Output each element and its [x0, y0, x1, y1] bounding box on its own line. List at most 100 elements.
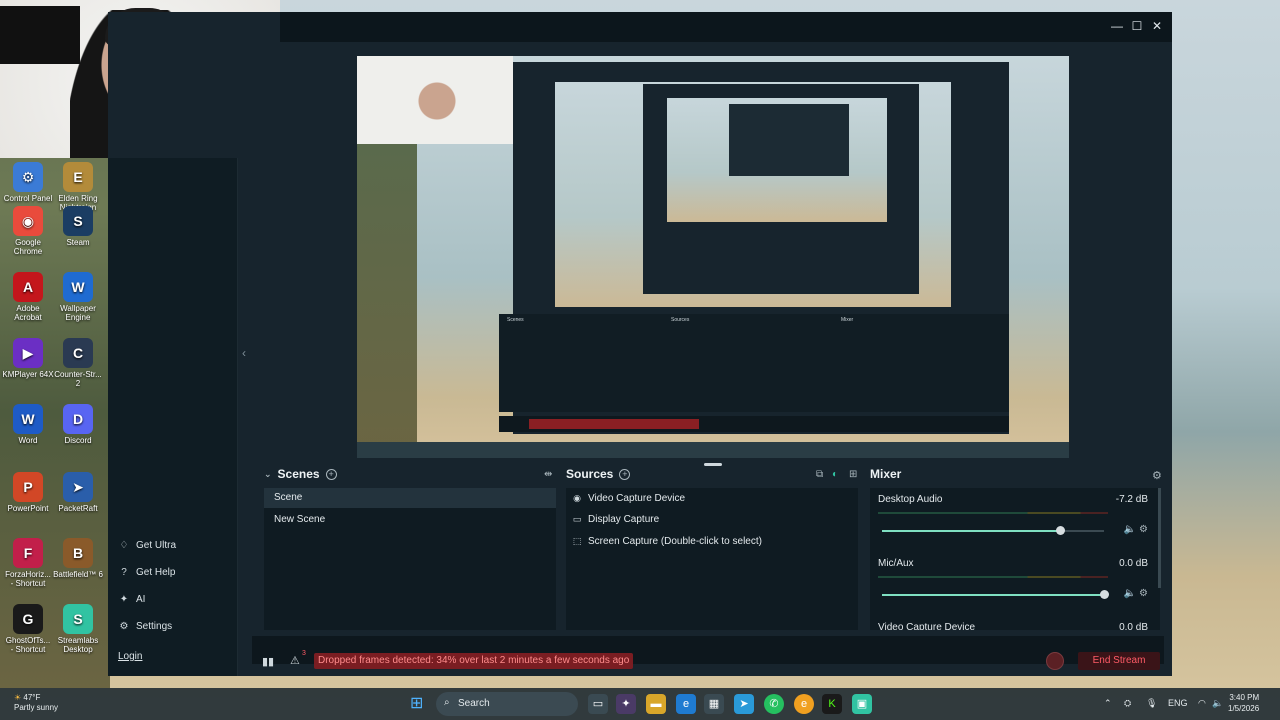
sources-header: Sources + — [566, 467, 631, 481]
clock-time: 3:40 PM — [1229, 693, 1260, 702]
folder-icon[interactable]: ⧉ — [816, 469, 823, 480]
stream-preview[interactable]: Scenes Sources Mixer — [357, 56, 1069, 458]
source-label: Screen Capture (Double-click to select) — [588, 536, 762, 547]
app-icon: ⚙ — [13, 162, 43, 192]
maximize-button[interactable]: ☐ — [1130, 19, 1144, 33]
mixer-settings-icon[interactable]: ⚙ — [1152, 469, 1162, 482]
desktop-icon[interactable]: S Steam — [50, 206, 106, 247]
speaker-icon[interactable]: 🔈 — [1124, 524, 1136, 535]
end-stream-button[interactable]: End Stream — [1078, 652, 1160, 670]
desktop-icon[interactable]: W Wallpaper Engine — [50, 272, 106, 322]
desktop-icon[interactable]: P PowerPoint — [0, 472, 56, 513]
chevron-down-icon[interactable]: ⌄ — [264, 469, 272, 480]
store-icon[interactable]: ▦ — [704, 694, 724, 714]
speaker-icon[interactable]: 🔈 — [1124, 588, 1136, 599]
sources-title: Sources — [566, 467, 614, 481]
volume-slider-fill — [882, 530, 1060, 532]
scene-transition-icon[interactable]: ⇹ — [544, 469, 552, 480]
task-view-icon[interactable]: ▭ — [588, 694, 608, 714]
mixer-scrollbar[interactable] — [1158, 488, 1161, 588]
add-scene-button[interactable]: + — [325, 468, 337, 480]
volume-slider[interactable] — [882, 526, 1104, 535]
desktop-icon[interactable]: ➤ PacketRaft — [50, 472, 106, 513]
source-add-icon[interactable]: ⊞ — [849, 469, 857, 480]
mic-tray-icon[interactable]: 🎙 — [1146, 698, 1157, 709]
app-icon: P — [13, 472, 43, 502]
scene-item-new-scene[interactable]: New Scene — [264, 510, 556, 530]
volume-icon[interactable]: 🔈 — [1212, 698, 1223, 709]
desktop-icon[interactable]: B Battlefield™ 6 — [50, 538, 106, 579]
source-item-video-capture[interactable]: ◉ Video Capture Device — [572, 493, 685, 504]
taskbar-search[interactable]: ⌕ Search — [436, 692, 578, 716]
desktop-icon[interactable]: S Streamlabs Desktop — [50, 604, 106, 654]
desktop-icon-label: Desktop — [63, 645, 93, 654]
tray-overflow-icon[interactable]: ⌃ — [1104, 698, 1112, 709]
start-button[interactable]: ⊞ — [410, 695, 428, 713]
weather-widget[interactable]: ☀ 47°F Partly sunny — [14, 693, 58, 713]
desktop-icon[interactable]: ⚙ Control Panel — [0, 162, 56, 203]
app-icon: F — [13, 538, 43, 568]
window-titlebar[interactable]: — ☐ ✕ — [280, 12, 1172, 42]
mixer-channel-name: Mic/Aux — [878, 558, 914, 569]
sidebar-item-get-help[interactable]: ? Get Help — [118, 567, 175, 578]
telegram-icon[interactable]: ➤ — [734, 694, 754, 714]
app-icon: ➤ — [63, 472, 93, 502]
widgets-icon[interactable]: ✦ — [616, 694, 636, 714]
desktop-icon[interactable]: D Discord — [50, 404, 106, 445]
screen-capture-icon: ⬚ — [572, 536, 582, 546]
desktop-icon-label: Discord — [64, 436, 92, 445]
desktop-icon[interactable]: A Adobe Acrobat — [0, 272, 56, 322]
app-icon: D — [63, 404, 93, 434]
search-placeholder: Search — [458, 698, 490, 709]
sidebar-item-settings[interactable]: ⚙ Settings — [118, 621, 173, 632]
network-tray-icon[interactable]: ⛭ — [1124, 698, 1131, 709]
close-button[interactable]: ✕ — [1150, 19, 1164, 33]
desktop-icon-label: KMPlayer 64X — [2, 370, 54, 379]
gear-icon[interactable]: ⚙ — [1139, 524, 1148, 535]
wifi-icon[interactable]: ◠ — [1198, 698, 1206, 709]
sidebar-item-ai[interactable]: ✦ AI — [118, 594, 146, 605]
language-indicator[interactable]: ENG — [1168, 698, 1188, 708]
streamlabs-icon[interactable]: ▣ — [852, 694, 872, 714]
volume-slider-knob[interactable] — [1055, 526, 1065, 535]
performance-icon[interactable]: ▮▮ — [262, 655, 274, 668]
browser-icon[interactable]: e — [794, 694, 814, 714]
volume-slider-knob[interactable] — [1100, 590, 1109, 599]
source-item-screen-capture[interactable]: ⬚ Screen Capture (Double-click to select… — [572, 536, 762, 547]
dropped-frames-notice[interactable]: Dropped frames detected: 34% over last 2… — [314, 653, 634, 669]
add-source-button[interactable]: + — [619, 468, 631, 480]
clock[interactable]: 3:40 PM 1/5/2026 — [1228, 692, 1259, 714]
sidebar-collapse-icon[interactable]: ‹ — [242, 346, 246, 360]
whatsapp-icon[interactable]: ✆ — [764, 694, 784, 714]
login-link[interactable]: Login — [118, 651, 142, 662]
desktop-icon[interactable]: C Counter-Str... 2 — [50, 338, 106, 388]
desktop-icon[interactable]: EElden RingNightreign — [50, 162, 106, 212]
desktop-icon[interactable]: ◉ Google Chrome — [0, 206, 56, 256]
file-explorer-icon[interactable]: ▬ — [646, 694, 666, 714]
source-item-display-capture[interactable]: ▭ Display Capture — [572, 514, 659, 525]
desktop-icon[interactable]: ▶ KMPlayer 64X — [0, 338, 56, 379]
desktop-icon[interactable]: F ForzaHoriz... - Shortcut — [0, 538, 56, 588]
edge-icon[interactable]: e — [676, 694, 696, 714]
app-icon: W — [63, 272, 93, 302]
ai-icon: ✦ — [119, 594, 129, 605]
volume-slider[interactable] — [882, 590, 1109, 599]
scene-item-scene[interactable]: Scene — [264, 488, 556, 508]
resize-handle[interactable] — [704, 463, 722, 466]
desktop-icon-label: Battlefield™ 6 — [53, 570, 103, 579]
record-button[interactable] — [1046, 652, 1064, 670]
source-visibility-icon[interactable]: ◐ — [832, 469, 838, 480]
desktop-icon-label: - Shortcut — [10, 579, 46, 588]
desktop-icon[interactable]: G GhostOfTs... - Shortcut — [0, 604, 56, 654]
preview-scenes-label: Scenes — [507, 317, 524, 323]
alert-icon[interactable]: ⚠ — [290, 654, 300, 667]
gear-icon[interactable]: ⚙ — [1139, 588, 1148, 599]
kick-icon[interactable]: K — [822, 694, 842, 714]
desktop-icon[interactable]: W Word — [0, 404, 56, 445]
app-icon: S — [63, 604, 93, 634]
mixer-channel-video-capture: Video Capture Device 0.0 dB — [878, 622, 1148, 630]
minimize-button[interactable]: — — [1110, 19, 1124, 33]
desktop-icon-label: Word — [18, 436, 38, 445]
desktop-icon-label: Adobe — [16, 304, 40, 313]
sidebar-item-get-ultra[interactable]: ♢ Get Ultra — [118, 540, 177, 551]
